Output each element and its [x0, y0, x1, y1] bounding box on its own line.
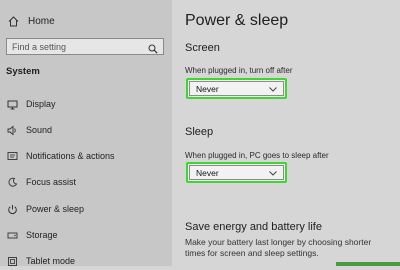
sidebar-item-label: Power & sleep — [26, 204, 85, 214]
sidebar-item-focus-assist[interactable]: Focus assist — [7, 173, 76, 191]
sidebar-item-label: Display — [26, 99, 56, 109]
sidebar: Home System Display Sound Notifications … — [0, 0, 172, 266]
sidebar-item-sound[interactable]: Sound — [7, 121, 52, 139]
section-label-system: System — [6, 66, 40, 77]
energy-heading: Save energy and battery life — [185, 221, 322, 233]
home-nav-item[interactable]: Home — [8, 10, 55, 32]
notifications-icon — [7, 151, 18, 162]
chevron-down-icon — [269, 84, 277, 94]
power-icon — [7, 204, 18, 215]
display-icon — [7, 99, 18, 110]
energy-description-line: Make your battery last longer by choosin… — [185, 237, 372, 247]
home-label: Home — [28, 15, 55, 27]
screen-heading: Screen — [185, 42, 220, 54]
energy-description-line: times for screen and sleep settings. — [185, 248, 319, 258]
sidebar-item-label: Storage — [26, 230, 58, 240]
sidebar-item-label: Notifications & actions — [26, 151, 115, 161]
home-icon — [8, 15, 19, 27]
page-title: Power & sleep — [185, 12, 289, 29]
sleep-timeout-value: Never — [196, 167, 219, 178]
sidebar-item-label: Focus assist — [26, 177, 77, 187]
sidebar-item-notifications[interactable]: Notifications & actions — [7, 147, 115, 165]
sidebar-item-label: Sound — [26, 125, 53, 135]
search-icon[interactable] — [148, 41, 158, 59]
tablet-mode-icon — [7, 256, 18, 267]
energy-description: Make your battery last longer by choosin… — [185, 237, 385, 259]
bottom-accent-bar — [336, 262, 400, 266]
sleep-timeout-label: When plugged in, PC goes to sleep after — [185, 151, 329, 160]
sidebar-item-storage[interactable]: Storage — [7, 226, 58, 244]
screen-timeout-label: When plugged in, turn off after — [185, 66, 293, 75]
sound-icon — [7, 125, 18, 136]
search-input[interactable] — [7, 39, 144, 54]
sidebar-item-display[interactable]: Display — [7, 95, 56, 113]
sleep-heading: Sleep — [185, 126, 214, 138]
sidebar-item-tablet-mode[interactable]: Tablet mode — [7, 252, 75, 270]
chevron-down-icon — [269, 168, 277, 178]
sidebar-item-label: Tablet mode — [26, 256, 76, 266]
main-content: Power & sleep Screen When plugged in, tu… — [172, 0, 400, 266]
screen-timeout-value: Never — [196, 83, 219, 94]
sleep-timeout-dropdown[interactable]: Never — [186, 162, 287, 183]
sidebar-item-power-sleep[interactable]: Power & sleep — [7, 200, 84, 218]
focus-assist-icon — [7, 177, 18, 188]
storage-icon — [7, 230, 18, 241]
screen-timeout-dropdown[interactable]: Never — [186, 78, 287, 99]
search-box[interactable] — [6, 38, 164, 55]
